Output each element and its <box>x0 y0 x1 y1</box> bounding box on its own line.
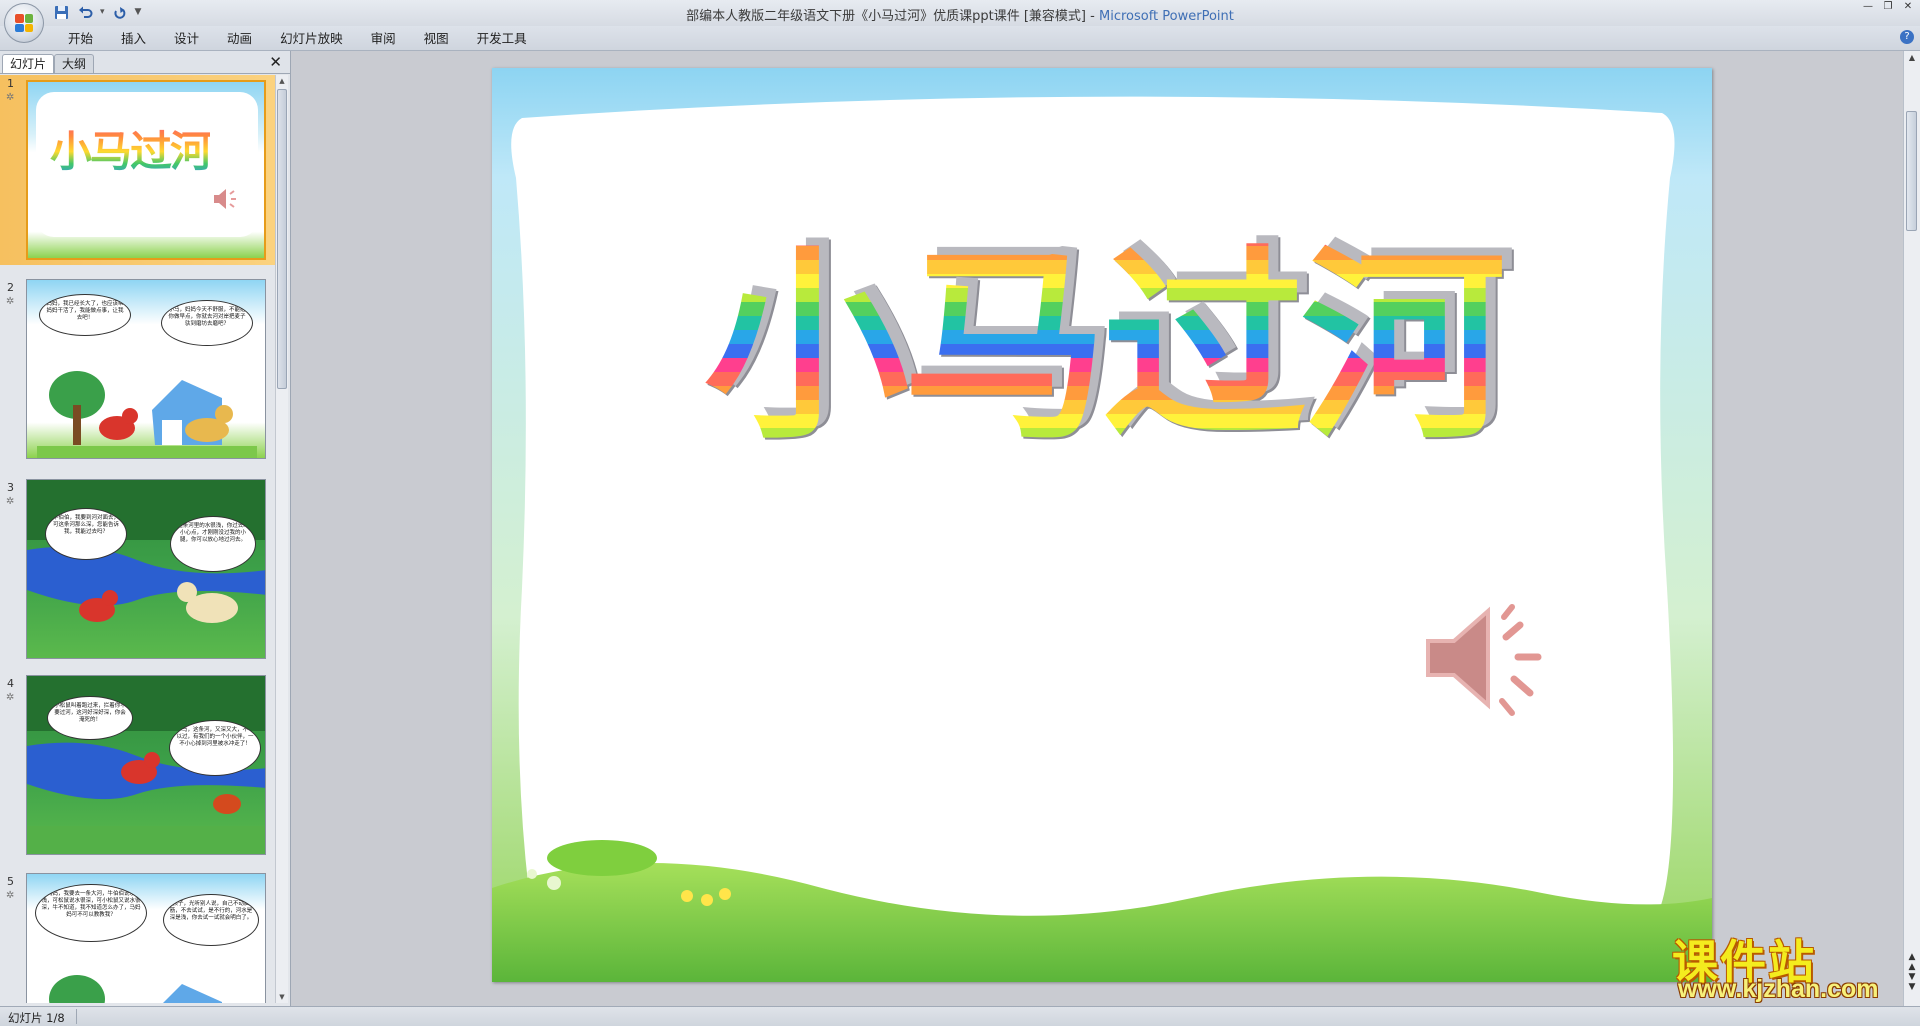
slide-thumbnail-list: 1 ✲ 小马过河 2 ✲ 妈妈，我已经长大了，也应该帮妈妈干活了，我能做点事，让… <box>0 75 276 1003</box>
slide-number: 2 <box>7 281 14 294</box>
speaker-icon[interactable] <box>1422 593 1552 723</box>
current-slide[interactable]: 小马过河 <box>492 68 1712 982</box>
speaker-icon <box>214 189 236 209</box>
pane-scrollbar[interactable]: ▲ ▼ <box>275 75 288 1003</box>
tab-insert[interactable]: 插入 <box>107 30 160 47</box>
slide-number: 5 <box>7 875 14 888</box>
animation-star-icon: ✲ <box>6 890 15 901</box>
watermark-url: www.kjzhan.com <box>1678 975 1879 1003</box>
close-icon[interactable]: ✕ <box>1900 1 1916 13</box>
slide-number: 1 <box>7 77 14 90</box>
speech-bubble-right: 小马，妈妈今天不舒服，不能给你做早点，你就去河对岸把麦子驮到磨坊去磨吧？ <box>161 300 253 346</box>
help-icon[interactable]: ? <box>1900 30 1914 44</box>
slide-thumbnail[interactable]: 马妈妈，我要去一条大河，牛伯伯说水很浅，可松鼠说水很深，可小松鼠又说水很深，牛不… <box>26 873 266 1003</box>
speech-bubble-right: 小马，这条河，又深又大，不可以过，有我们的一个小伙伴，一不小心掉到河里被水冲走了… <box>169 720 261 776</box>
speech-bubble-right: 这条河里的水很浅，你过去时小心点，才刚刚没过我的小腿，你可以放心地过河去。 <box>170 516 256 572</box>
tab-developer[interactable]: 开发工具 <box>463 30 541 47</box>
tab-slides[interactable]: 幻灯片 <box>2 54 55 73</box>
animation-star-icon: ✲ <box>6 296 15 307</box>
story-illustration <box>37 371 257 458</box>
main-scroll-thumb[interactable] <box>1906 111 1917 231</box>
thumbnail-title: 小马过河 <box>50 118 212 179</box>
app-name: Microsoft PowerPoint <box>1098 9 1234 24</box>
speech-bubble-left: 妈妈，我已经长大了，也应该帮妈妈干活了，我能做点事，让我去吧！ <box>39 294 131 336</box>
status-bar: 幻灯片 1/8 <box>0 1006 1920 1026</box>
story-illustration <box>49 975 222 1003</box>
slide-title[interactable]: 小马过河 <box>622 218 1582 478</box>
document-title: 部编本人教版二年级语文下册《小马过河》优质课ppt课件 [兼容模式] <box>686 9 1087 24</box>
pane-tabs: 幻灯片 大纲 ✕ <box>0 51 290 74</box>
speech-bubble-left: 马妈妈，我要去一条大河，牛伯伯说水很浅，可松鼠说水很深，可小松鼠又说水很深，牛不… <box>35 884 147 942</box>
slide-thumbnail[interactable]: 牛伯伯，我要到河对面去，可这条河那么深，您能告诉我，我能过去吗？ 这条河里的水很… <box>26 479 266 659</box>
tab-review[interactable]: 审阅 <box>357 30 410 47</box>
tab-animations[interactable]: 动画 <box>213 30 266 47</box>
window-title: 部编本人教版二年级语文下册《小马过河》优质课ppt课件 [兼容模式] - Mic… <box>0 5 1920 24</box>
speech-bubble-right: 孩子，光听别人说，自己不动脑筋，不去试试，是不行的，河水是深是浅，你去试一试就会… <box>163 894 259 946</box>
close-pane-icon[interactable]: ✕ <box>269 53 282 71</box>
slide-thumbnail-row[interactable]: 2 ✲ 妈妈，我已经长大了，也应该帮妈妈干活了，我能做点事，让我去吧！ 小马，妈… <box>0 279 276 465</box>
tab-outline[interactable]: 大纲 <box>54 54 95 73</box>
slides-pane: 幻灯片 大纲 ✕ 1 ✲ 小马过河 2 ✲ 妈妈，我已经长大了，也应该帮妈妈干活… <box>0 51 291 1006</box>
slide-thumbnail[interactable]: 妈妈，我已经长大了，也应该帮妈妈干活了，我能做点事，让我去吧！ 小马，妈妈今天不… <box>26 279 266 459</box>
restore-icon[interactable]: ❐ <box>1880 1 1896 13</box>
ribbon: 开始 插入 设计 动画 幻灯片放映 审阅 视图 开发工具 ? <box>0 26 1920 51</box>
office-button[interactable] <box>4 3 44 43</box>
slide-thumbnail-row[interactable]: 3 ✲ 牛伯伯，我要到河对面去，可这条河那么深，您能告诉我，我能过去吗？ 这条河… <box>0 479 276 665</box>
tab-view[interactable]: 视图 <box>410 30 463 47</box>
minimize-icon[interactable]: — <box>1860 1 1876 13</box>
slide-background <box>492 96 1712 982</box>
office-logo-icon <box>15 14 33 32</box>
slide-nav-arrows-icon[interactable]: ▲ ▲ ▼ ▼ <box>1906 952 1918 992</box>
main-scrollbar[interactable]: ▲ <box>1903 51 1920 1006</box>
animation-star-icon: ✲ <box>6 692 15 703</box>
title-separator: - <box>1086 9 1099 24</box>
ribbon-tabs: 开始 插入 设计 动画 幻灯片放映 审阅 视图 开发工具 <box>54 30 541 47</box>
animation-star-icon: ✲ <box>6 92 15 103</box>
tab-design[interactable]: 设计 <box>160 30 213 47</box>
slide-number: 4 <box>7 677 14 690</box>
slide-thumbnail-row[interactable]: 1 ✲ 小马过河 <box>0 75 276 265</box>
status-separator <box>76 1009 77 1024</box>
scroll-up-icon[interactable]: ▲ <box>276 75 288 87</box>
slide-number: 3 <box>7 481 14 494</box>
speech-bubble-left: 牛伯伯，我要到河对面去，可这条河那么深，您能告诉我，我能过去吗？ <box>45 508 127 560</box>
tab-slide-show[interactable]: 幻灯片放映 <box>266 30 357 47</box>
window-controls: — ❐ ✕ <box>1860 1 1916 13</box>
tab-home[interactable]: 开始 <box>54 30 107 47</box>
pane-scroll-thumb[interactable] <box>277 89 287 389</box>
slide-thumbnail-row[interactable]: 4 ✲ 小松鼠叫着跑过来，拦着你不要过河，这河好深好深，你会淹死的！ 小马，这条… <box>0 675 276 861</box>
animation-star-icon: ✲ <box>6 496 15 507</box>
slide-thumbnail-row[interactable]: 5 ✲ 马妈妈，我要去一条大河，牛伯伯说水很浅，可松鼠说水很深，可小松鼠又说水很… <box>0 873 276 1003</box>
scroll-down-icon[interactable]: ▼ <box>276 991 288 1003</box>
slide-thumbnail[interactable]: 小马过河 <box>26 80 266 260</box>
speech-bubble-left: 小松鼠叫着跑过来，拦着你不要过河，这河好深好深，你会淹死的！ <box>47 696 133 740</box>
scroll-up-icon[interactable]: ▲ <box>1904 53 1920 67</box>
slide-thumbnail[interactable]: 小松鼠叫着跑过来，拦着你不要过河，这河好深好深，你会淹死的！ 小马，这条河，又深… <box>26 675 266 855</box>
slide-indicator: 幻灯片 1/8 <box>8 1011 65 1025</box>
title-bar: ▾ ▼ 部编本人教版二年级语文下册《小马过河》优质课ppt课件 [兼容模式] -… <box>0 0 1920 43</box>
